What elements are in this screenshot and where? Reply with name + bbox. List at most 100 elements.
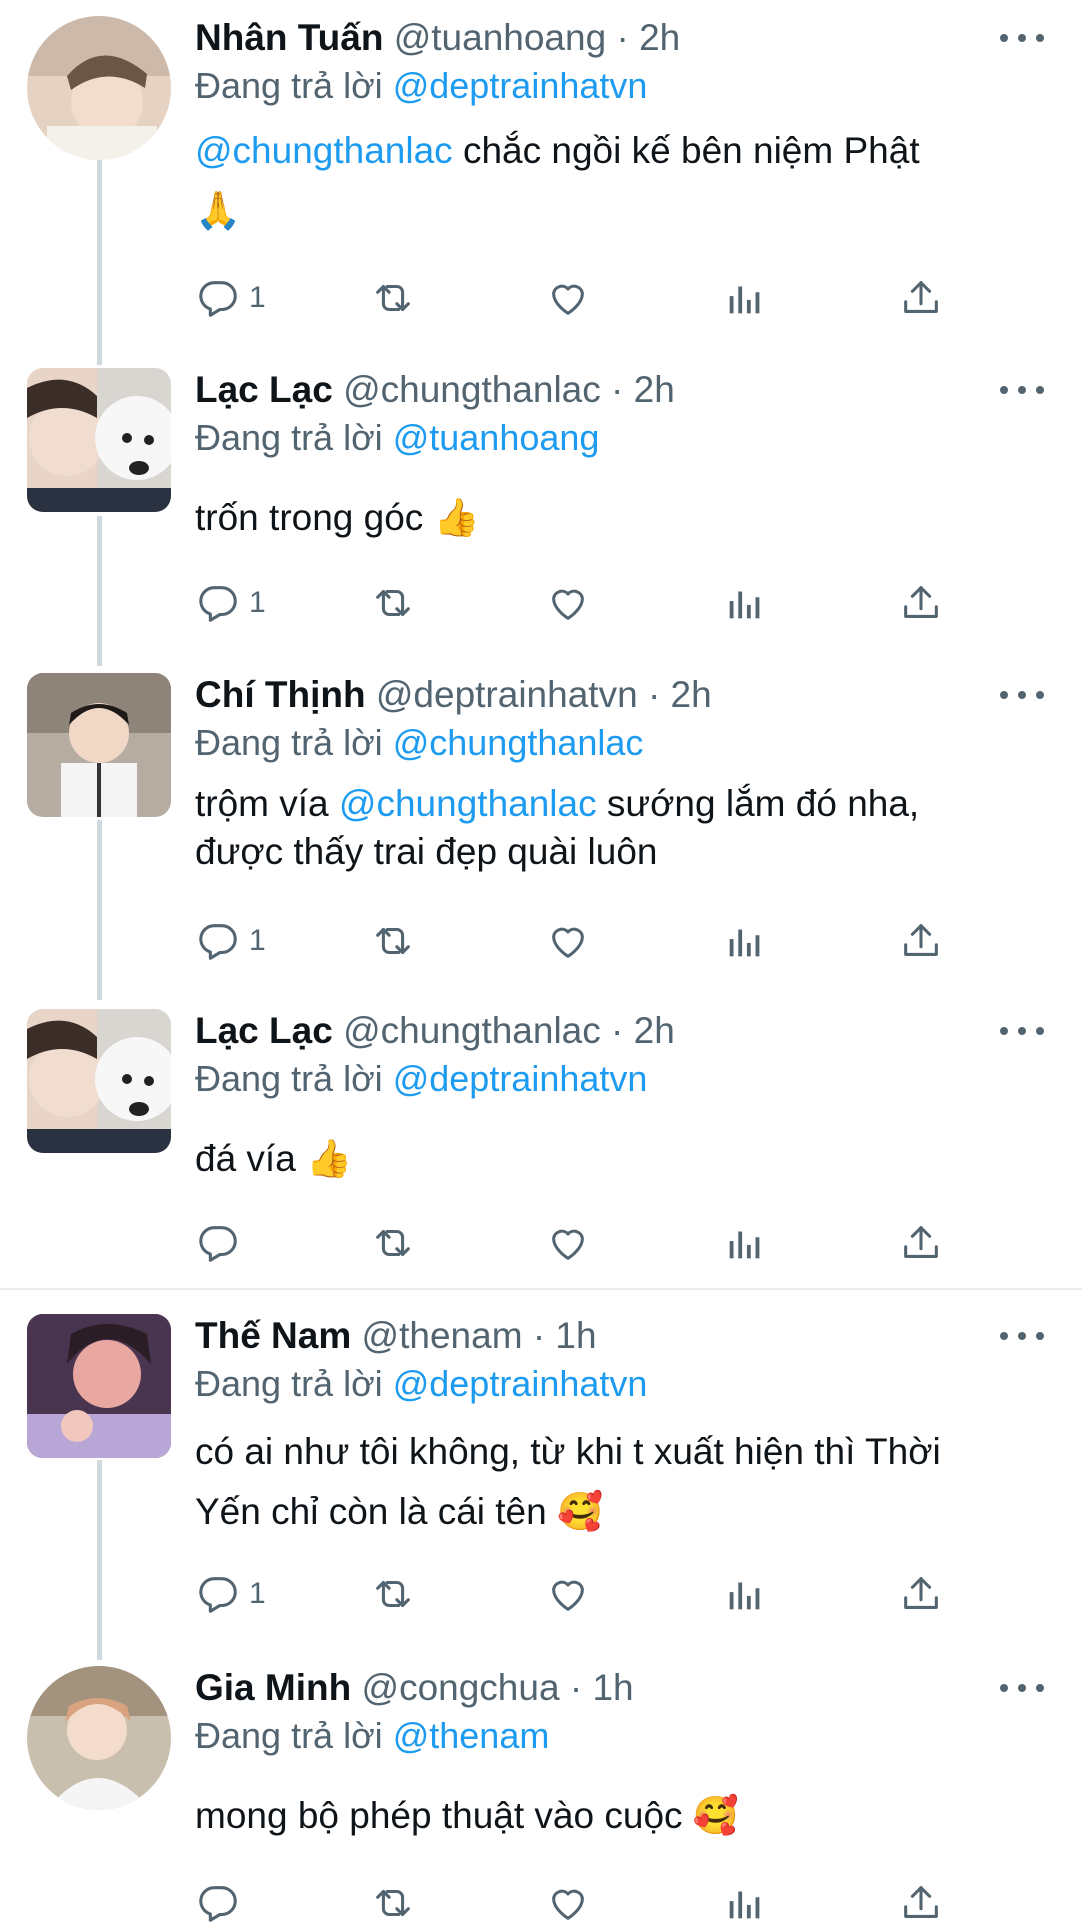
- display-name[interactable]: Lạc Lạc: [195, 369, 333, 410]
- more-options-icon[interactable]: [1000, 683, 1044, 707]
- reply-button[interactable]: 1: [195, 1566, 266, 1622]
- timestamp[interactable]: 2h: [634, 1010, 675, 1051]
- share-button[interactable]: [898, 575, 944, 631]
- avatar[interactable]: [27, 1009, 171, 1153]
- timestamp[interactable]: 2h: [639, 17, 680, 58]
- action-bar: 1: [195, 270, 995, 326]
- reply-icon: [195, 580, 241, 626]
- tweet-text-line: được thấy trai đẹp quài luôn: [195, 831, 658, 872]
- action-bar: 1: [195, 575, 995, 631]
- more-options-icon[interactable]: [1000, 26, 1044, 50]
- timestamp[interactable]: 2h: [671, 674, 712, 715]
- more-options-icon[interactable]: [1000, 1676, 1044, 1700]
- action-bar: [195, 1215, 995, 1271]
- views-button[interactable]: [722, 270, 768, 326]
- views-button[interactable]: [722, 913, 768, 969]
- user-handle[interactable]: @thenam: [362, 1315, 523, 1356]
- tweet-header: Nhân Tuấn @tuanhoang · 2h: [195, 14, 680, 62]
- views-button[interactable]: [722, 1215, 768, 1271]
- share-button[interactable]: [898, 1875, 944, 1931]
- display-name[interactable]: Thế Nam: [195, 1315, 351, 1356]
- replying-to: Đang trả lời @tuanhoang: [195, 414, 599, 462]
- tweet-header: Gia Minh @congchua · 1h: [195, 1664, 634, 1712]
- tweet-text: đá vía 👍: [195, 1131, 1035, 1187]
- more-options-icon[interactable]: [1000, 378, 1044, 402]
- share-button[interactable]: [898, 1566, 944, 1622]
- thread-line: [97, 160, 102, 365]
- reply-button[interactable]: [195, 1215, 249, 1271]
- timestamp[interactable]: 1h: [592, 1667, 633, 1708]
- reply-button[interactable]: 1: [195, 575, 266, 631]
- mention-link[interactable]: @chungthanlac: [339, 783, 597, 824]
- replying-label: Đang trả lời: [195, 65, 383, 106]
- display-name[interactable]: Chí Thịnh: [195, 674, 366, 715]
- share-button[interactable]: [898, 270, 944, 326]
- avatar[interactable]: [27, 673, 171, 817]
- retweet-button[interactable]: [370, 1215, 416, 1271]
- reply-count: 1: [249, 586, 266, 619]
- tweet-text-line: có ai như tôi không, từ khi t xuất hiện …: [195, 1431, 941, 1472]
- views-button[interactable]: [722, 575, 768, 631]
- retweet-icon: [370, 1571, 416, 1617]
- timestamp[interactable]: 1h: [555, 1315, 596, 1356]
- reply-to-mention[interactable]: @chungthanlac: [393, 722, 644, 763]
- text-span: trốn trong góc: [195, 497, 434, 538]
- avatar[interactable]: [27, 1666, 171, 1810]
- user-handle[interactable]: @congchua: [362, 1667, 560, 1708]
- like-button[interactable]: [545, 1566, 591, 1622]
- tweet-text: mong bộ phép thuật vào cuộc 🥰: [195, 1788, 1035, 1844]
- reply-to-mention[interactable]: @deptrainhatvn: [393, 1058, 648, 1099]
- retweet-button[interactable]: [370, 270, 416, 326]
- user-handle[interactable]: @deptrainhatvn: [376, 674, 638, 715]
- text-span: đá vía: [195, 1138, 307, 1179]
- user-handle[interactable]: @tuanhoang: [394, 17, 606, 58]
- like-button[interactable]: [545, 1875, 591, 1931]
- share-button[interactable]: [898, 1215, 944, 1271]
- replying-to: Đang trả lời @chungthanlac: [195, 719, 643, 767]
- avatar[interactable]: [27, 16, 171, 160]
- more-options-icon[interactable]: [1000, 1324, 1044, 1348]
- reply-to-mention[interactable]: @deptrainhatvn: [393, 1363, 648, 1404]
- text-span: Yến chỉ còn là cái tên: [195, 1491, 557, 1532]
- tweet-text: trốn trong góc 👍: [195, 490, 1035, 546]
- like-button[interactable]: [545, 913, 591, 969]
- more-options-icon[interactable]: [1000, 1019, 1044, 1043]
- like-icon: [545, 580, 591, 626]
- display-name[interactable]: Gia Minh: [195, 1667, 351, 1708]
- avatar[interactable]: [27, 1314, 171, 1458]
- timestamp[interactable]: 2h: [634, 369, 675, 410]
- retweet-button[interactable]: [370, 913, 416, 969]
- like-button[interactable]: [545, 270, 591, 326]
- replying-to: Đang trả lời @deptrainhatvn: [195, 1360, 647, 1408]
- reply-to-mention[interactable]: @tuanhoang: [393, 417, 600, 458]
- reply-to-mention[interactable]: @deptrainhatvn: [393, 65, 648, 106]
- separator-dot: ·: [532, 1315, 546, 1356]
- tweet-text: có ai như tôi không, từ khi t xuất hiện …: [195, 1422, 1035, 1542]
- tweet-header: Lạc Lạc @chungthanlac · 2h: [195, 366, 675, 414]
- like-button[interactable]: [545, 575, 591, 631]
- share-button[interactable]: [898, 913, 944, 969]
- user-handle[interactable]: @chungthanlac: [343, 369, 601, 410]
- like-button[interactable]: [545, 1215, 591, 1271]
- retweet-button[interactable]: [370, 575, 416, 631]
- reply-to-mention[interactable]: @thenam: [393, 1715, 550, 1756]
- avatar[interactable]: [27, 368, 171, 512]
- mention-link[interactable]: @chungthanlac: [195, 130, 453, 171]
- reply-button[interactable]: 1: [195, 913, 266, 969]
- like-icon: [545, 1880, 591, 1926]
- action-bar: 1: [195, 913, 995, 969]
- views-button[interactable]: [722, 1566, 768, 1622]
- user-handle[interactable]: @chungthanlac: [343, 1010, 601, 1051]
- retweet-button[interactable]: [370, 1566, 416, 1622]
- display-name[interactable]: Lạc Lạc: [195, 1010, 333, 1051]
- separator-dot: ·: [569, 1667, 583, 1708]
- display-name[interactable]: Nhân Tuấn: [195, 17, 383, 58]
- reply-button[interactable]: [195, 1875, 249, 1931]
- like-icon: [545, 1220, 591, 1266]
- views-icon: [722, 918, 768, 964]
- retweet-button[interactable]: [370, 1875, 416, 1931]
- views-button[interactable]: [722, 1875, 768, 1931]
- share-icon: [898, 275, 944, 321]
- reply-button[interactable]: 1: [195, 270, 266, 326]
- replying-label: Đang trả lời: [195, 417, 383, 458]
